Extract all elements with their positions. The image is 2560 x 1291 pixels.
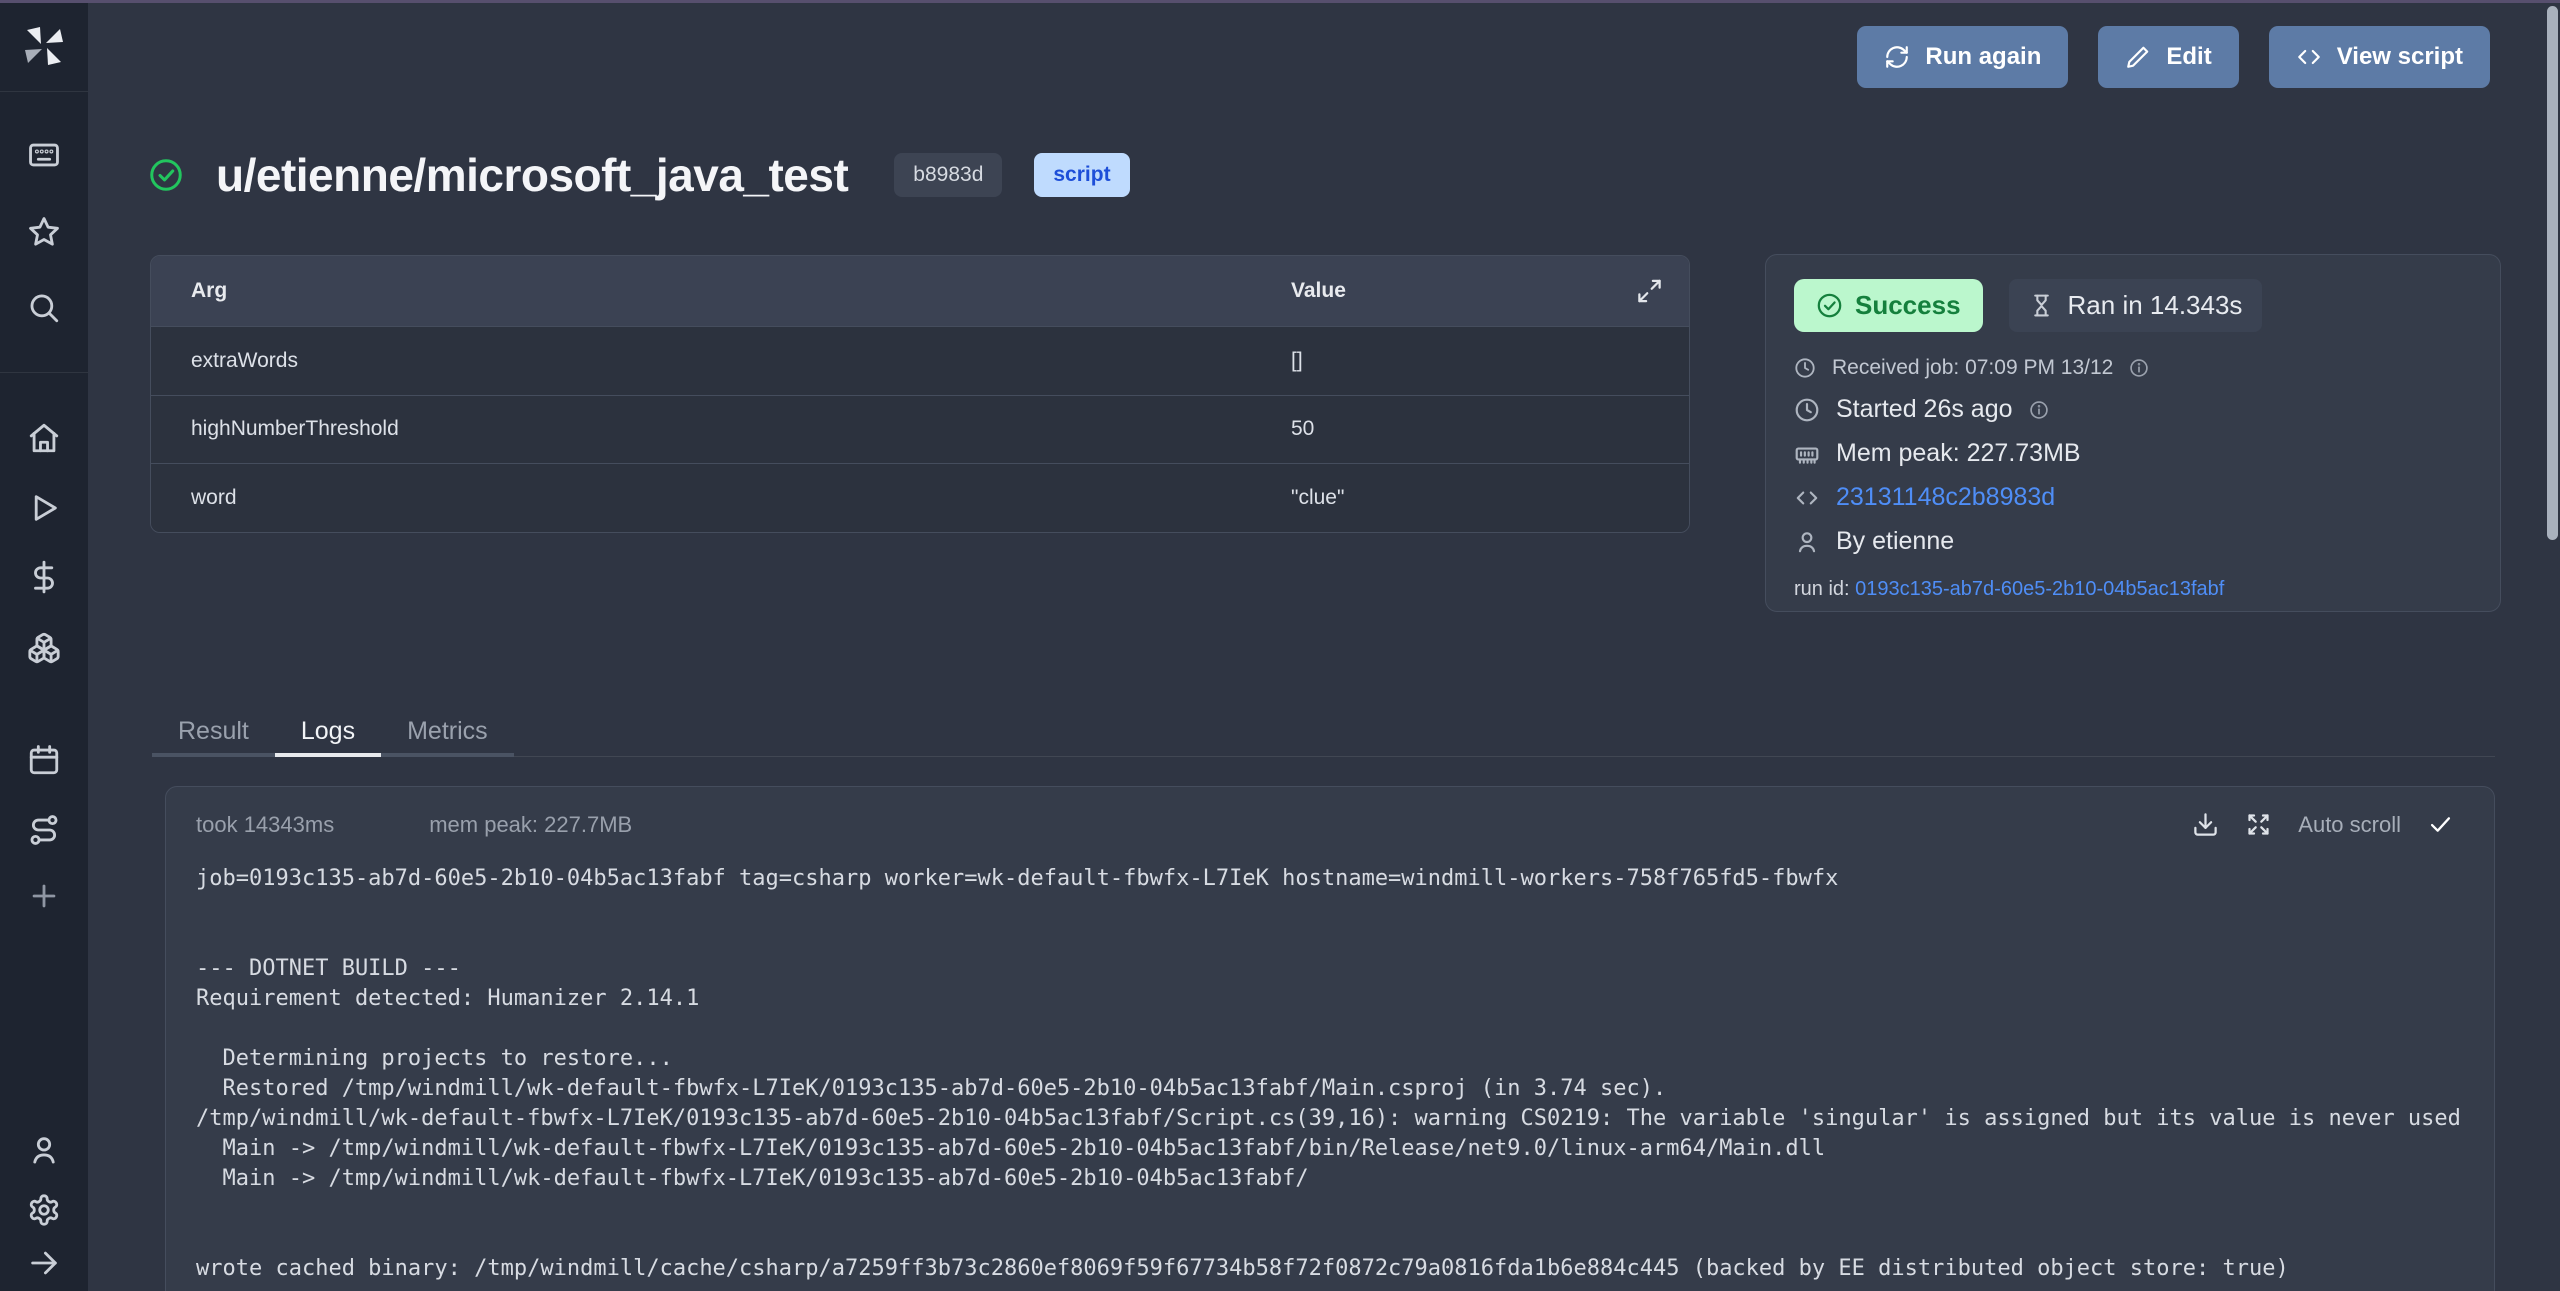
clock-icon: [1794, 357, 1816, 379]
run-again-label: Run again: [1925, 43, 2041, 71]
view-script-button[interactable]: View script: [2269, 26, 2490, 88]
top-accent-line: [0, 0, 2560, 3]
log-mem-peak-label: mem peak: 227.7MB: [429, 812, 632, 838]
workflows-route-icon[interactable]: [27, 813, 61, 847]
schedules-calendar-icon[interactable]: [27, 743, 61, 777]
view-script-label: View script: [2337, 43, 2463, 71]
log-output[interactable]: job=0193c135-ab7d-60e5-2b10-04b5ac13fabf…: [166, 864, 2466, 1284]
home-icon[interactable]: [27, 421, 61, 455]
started-label: Started 26s ago: [1836, 395, 2013, 424]
run-id-label: run id:: [1794, 578, 1855, 600]
arg-value: 50: [1291, 417, 1689, 441]
status-top-row: Success Ran in 14.343s: [1794, 279, 2472, 332]
status-badge: Success: [1794, 279, 1983, 332]
add-plus-icon[interactable]: [27, 879, 61, 913]
status-label: Success: [1855, 290, 1961, 321]
run-id-link[interactable]: 0193c135-ab7d-60e5-2b10-04b5ac13fabf: [1855, 578, 2224, 600]
title-row: u/etienne/microsoft_java_test b8983d scr…: [148, 148, 1130, 202]
auto-scroll-checkbox[interactable]: [2427, 811, 2454, 838]
pencil-icon: [2125, 44, 2151, 70]
auto-scroll-label: Auto scroll: [2298, 812, 2401, 838]
top-action-bar: Run again Edit View script: [1857, 26, 2490, 88]
log-tools: Auto scroll: [2192, 811, 2454, 838]
sidebar: [0, 0, 88, 1291]
arg-value: "clue": [1291, 486, 1689, 510]
expand-sidebar-arrow-icon[interactable]: [27, 1246, 61, 1280]
download-logs-icon[interactable]: [2192, 811, 2219, 838]
favorites-star-icon[interactable]: [27, 215, 61, 249]
script-kind-badge[interactable]: script: [1034, 153, 1129, 197]
edit-label: Edit: [2166, 43, 2211, 71]
job-status-panel: Success Ran in 14.343s Received job: 07:…: [1765, 254, 2501, 612]
expand-logs-icon[interactable]: [2245, 811, 2272, 838]
mem-peak-label: Mem peak: 227.73MB: [1836, 439, 2081, 468]
tab-metrics[interactable]: Metrics: [381, 710, 514, 757]
log-panel: took 14343ms mem peak: 227.7MB Auto scro…: [165, 786, 2495, 1291]
resources-boxes-icon[interactable]: [27, 631, 61, 665]
mem-peak-row: Mem peak: 227.73MB: [1794, 439, 2472, 468]
arg-name: word: [191, 486, 1291, 510]
refresh-icon: [1884, 44, 1910, 70]
log-panel-header: took 14343ms mem peak: 227.7MB Auto scro…: [166, 787, 2494, 838]
result-tabs: Result Logs Metrics: [152, 710, 2495, 757]
windmill-logo[interactable]: [0, 0, 88, 92]
table-row: highNumberThreshold 50: [151, 395, 1689, 464]
arg-name: highNumberThreshold: [191, 417, 1291, 441]
info-icon[interactable]: [2129, 358, 2149, 378]
table-row: extraWords []: [151, 326, 1689, 395]
args-table: Arg Value extraWords [] highNumberThresh…: [150, 255, 1690, 533]
run-id-row: run id: 0193c135-ab7d-60e5-2b10-04b5ac13…: [1794, 578, 2472, 601]
edit-button[interactable]: Edit: [2098, 26, 2238, 88]
received-row: Received job: 07:09 PM 13/12: [1794, 356, 2472, 380]
script-hash-row: 23131148c2b8983d: [1794, 483, 2472, 512]
log-took-label: took 14343ms: [196, 812, 334, 838]
windmill-logo-icon: [18, 20, 70, 72]
started-row: Started 26s ago: [1794, 395, 2472, 424]
check-circle-icon: [1816, 292, 1843, 319]
args-table-header: Arg Value: [151, 256, 1689, 326]
code-icon: [1794, 485, 1820, 511]
clock-icon: [1794, 397, 1820, 423]
script-hash-link[interactable]: 23131148c2b8983d: [1836, 483, 2055, 512]
code-icon: [2296, 44, 2322, 70]
table-row: word "clue": [151, 463, 1689, 532]
duration-label: Ran in 14.343s: [2068, 290, 2243, 321]
tab-logs[interactable]: Logs: [275, 710, 381, 757]
apps-icon[interactable]: [27, 138, 61, 172]
arg-value: []: [1291, 349, 1689, 373]
by-user-label: By etienne: [1836, 527, 1954, 556]
tab-result[interactable]: Result: [152, 710, 275, 757]
by-user-row: By etienne: [1794, 527, 2472, 556]
memory-icon: [1794, 441, 1820, 467]
version-hash-badge: b8983d: [894, 153, 1002, 197]
user-icon: [1794, 529, 1820, 555]
col-arg-label: Arg: [191, 279, 1291, 303]
info-icon[interactable]: [2029, 400, 2049, 420]
search-icon[interactable]: [27, 291, 61, 325]
settings-gear-icon[interactable]: [27, 1193, 61, 1227]
page-title: u/etienne/microsoft_java_test: [216, 148, 848, 202]
variables-dollar-icon[interactable]: [27, 560, 61, 594]
arg-name: extraWords: [191, 349, 1291, 373]
sidebar-divider: [0, 372, 88, 373]
hourglass-icon: [2029, 293, 2054, 318]
run-again-button[interactable]: Run again: [1857, 26, 2068, 88]
user-icon[interactable]: [27, 1133, 61, 1167]
expand-args-icon[interactable]: [1636, 278, 1663, 305]
success-check-icon: [148, 157, 184, 193]
page-scrollbar[interactable]: [2547, 6, 2558, 540]
runs-play-icon[interactable]: [27, 491, 61, 525]
col-value-label: Value: [1291, 279, 1689, 303]
duration-chip: Ran in 14.343s: [2009, 279, 2263, 332]
received-label: Received job: 07:09 PM 13/12: [1832, 356, 2113, 380]
